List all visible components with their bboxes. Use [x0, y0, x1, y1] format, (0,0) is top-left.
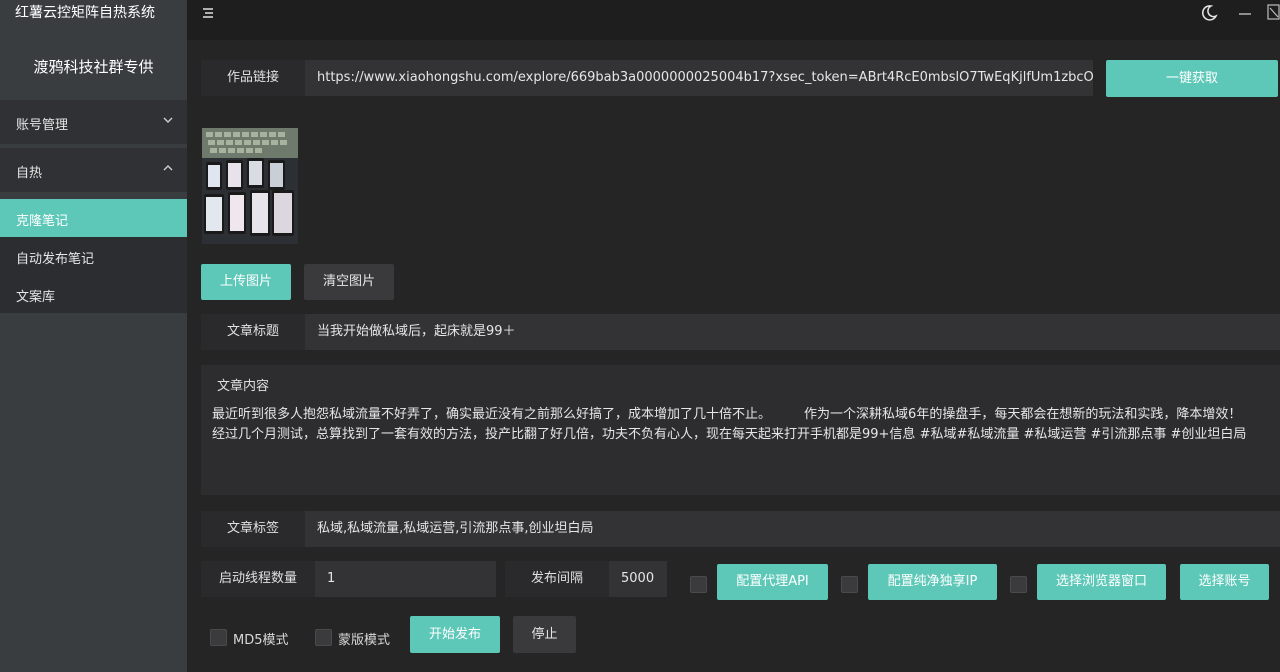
sidebar-item-label: 文案库 [16, 290, 56, 305]
app-title: 红薯云控矩阵自热系统 [15, 5, 155, 21]
mask-mode-checkbox[interactable] [315, 629, 332, 646]
note-image-thumbnail[interactable] [202, 128, 298, 244]
sidebar-item-label: 自动发布笔记 [16, 252, 95, 267]
threads-row: 启动线程数量 1 [201, 561, 496, 597]
clear-image-button[interactable]: 清空图片 [304, 264, 394, 300]
fetch-button[interactable]: 一键获取 [1106, 60, 1278, 97]
article-tags-input[interactable]: 私域,私域流量,私域运营,引流那点事,创业坦白局 [305, 511, 1280, 547]
article-tags-row: 文章标签 私域,私域流量,私域运营,引流那点事,创业坦白局 [201, 511, 1280, 547]
brand-label: 渡鸦科技社群专供 [33, 58, 154, 76]
sidebar-item-clone-note[interactable]: 克隆笔记 [0, 199, 187, 237]
proxy-api-button[interactable]: 配置代理API [717, 564, 828, 600]
proxy-api-checkbox[interactable] [690, 576, 707, 593]
pure-ip-button[interactable]: 配置纯净独享IP [868, 564, 997, 600]
phones-photo-icon [202, 128, 298, 244]
chevron-down-icon [163, 117, 173, 123]
menu-icon[interactable] [201, 6, 215, 20]
link-label: 作品链接 [201, 60, 305, 96]
link-input[interactable]: https://www.xiaohongshu.com/explore/669b… [305, 60, 1093, 96]
article-title-input[interactable]: 当我开始做私域后，起床就是99＋ [305, 314, 1280, 350]
article-content-label: 文章内容 [217, 379, 270, 394]
chevron-up-icon [163, 165, 173, 171]
interval-input[interactable]: 5000 [609, 561, 667, 597]
nav-group-self-heat[interactable]: 自热 [0, 148, 187, 192]
article-tags-label: 文章标签 [201, 511, 305, 547]
sidebar: 红薯云控矩阵自热系统 渡鸦科技社群专供 账号管理 自热 克隆笔记 自动发布笔记 … [0, 0, 187, 672]
start-publish-button[interactable]: 开始发布 [410, 616, 500, 653]
md5-mode-checkbox[interactable] [210, 629, 227, 646]
stop-button[interactable]: 停止 [513, 616, 576, 653]
browser-window-checkbox[interactable] [1010, 576, 1027, 593]
sidebar-item-label: 克隆笔记 [16, 214, 69, 229]
threads-input[interactable]: 1 [315, 561, 496, 597]
interval-row: 发布间隔 5000 [505, 561, 667, 597]
article-content-textarea[interactable]: 最近听到很多人抱怨私域流量不好弄了，确实最近没有之前那么好搞了，成本增加了几十倍… [212, 405, 1272, 445]
select-account-button[interactable]: 选择账号 [1180, 564, 1269, 600]
link-row: 作品链接 https://www.xiaohongshu.com/explore… [201, 60, 1093, 96]
pure-ip-checkbox[interactable] [841, 576, 858, 593]
minimize-icon[interactable] [1237, 6, 1253, 22]
mask-mode-label: 蒙版模式 [338, 633, 391, 648]
browser-window-button[interactable]: 选择浏览器窗口 [1037, 564, 1166, 600]
content-line: 最近听到很多人抱怨私域流量不好弄了，确实最近没有之前那么好搞了，成本增加了几十倍… [212, 407, 1242, 422]
nav-group-account[interactable]: 账号管理 [0, 100, 187, 144]
md5-mode-label: MD5模式 [233, 633, 289, 648]
article-title-row: 文章标题 当我开始做私域后，起床就是99＋ [201, 314, 1280, 350]
sidebar-item-auto-publish[interactable]: 自动发布笔记 [0, 237, 187, 275]
sidebar-item-copy-library[interactable]: 文案库 [0, 275, 187, 313]
top-bar [187, 0, 1280, 40]
article-content-box: 文章内容 最近听到很多人抱怨私域流量不好弄了，确实最近没有之前那么好搞了，成本增… [201, 365, 1280, 495]
upload-image-button[interactable]: 上传图片 [201, 264, 291, 300]
interval-label: 发布间隔 [505, 561, 609, 597]
content-line: 经过几个月测试，总算找到了一套有效的方法，投产比翻了好几倍，功夫不负有心人，现在… [212, 427, 1247, 442]
close-icon[interactable] [1267, 4, 1280, 20]
article-title-label: 文章标题 [201, 314, 305, 350]
nav-group-label: 自热 [16, 166, 43, 181]
moon-icon[interactable] [1200, 4, 1218, 22]
threads-label: 启动线程数量 [201, 561, 315, 597]
nav-group-label: 账号管理 [16, 118, 69, 133]
